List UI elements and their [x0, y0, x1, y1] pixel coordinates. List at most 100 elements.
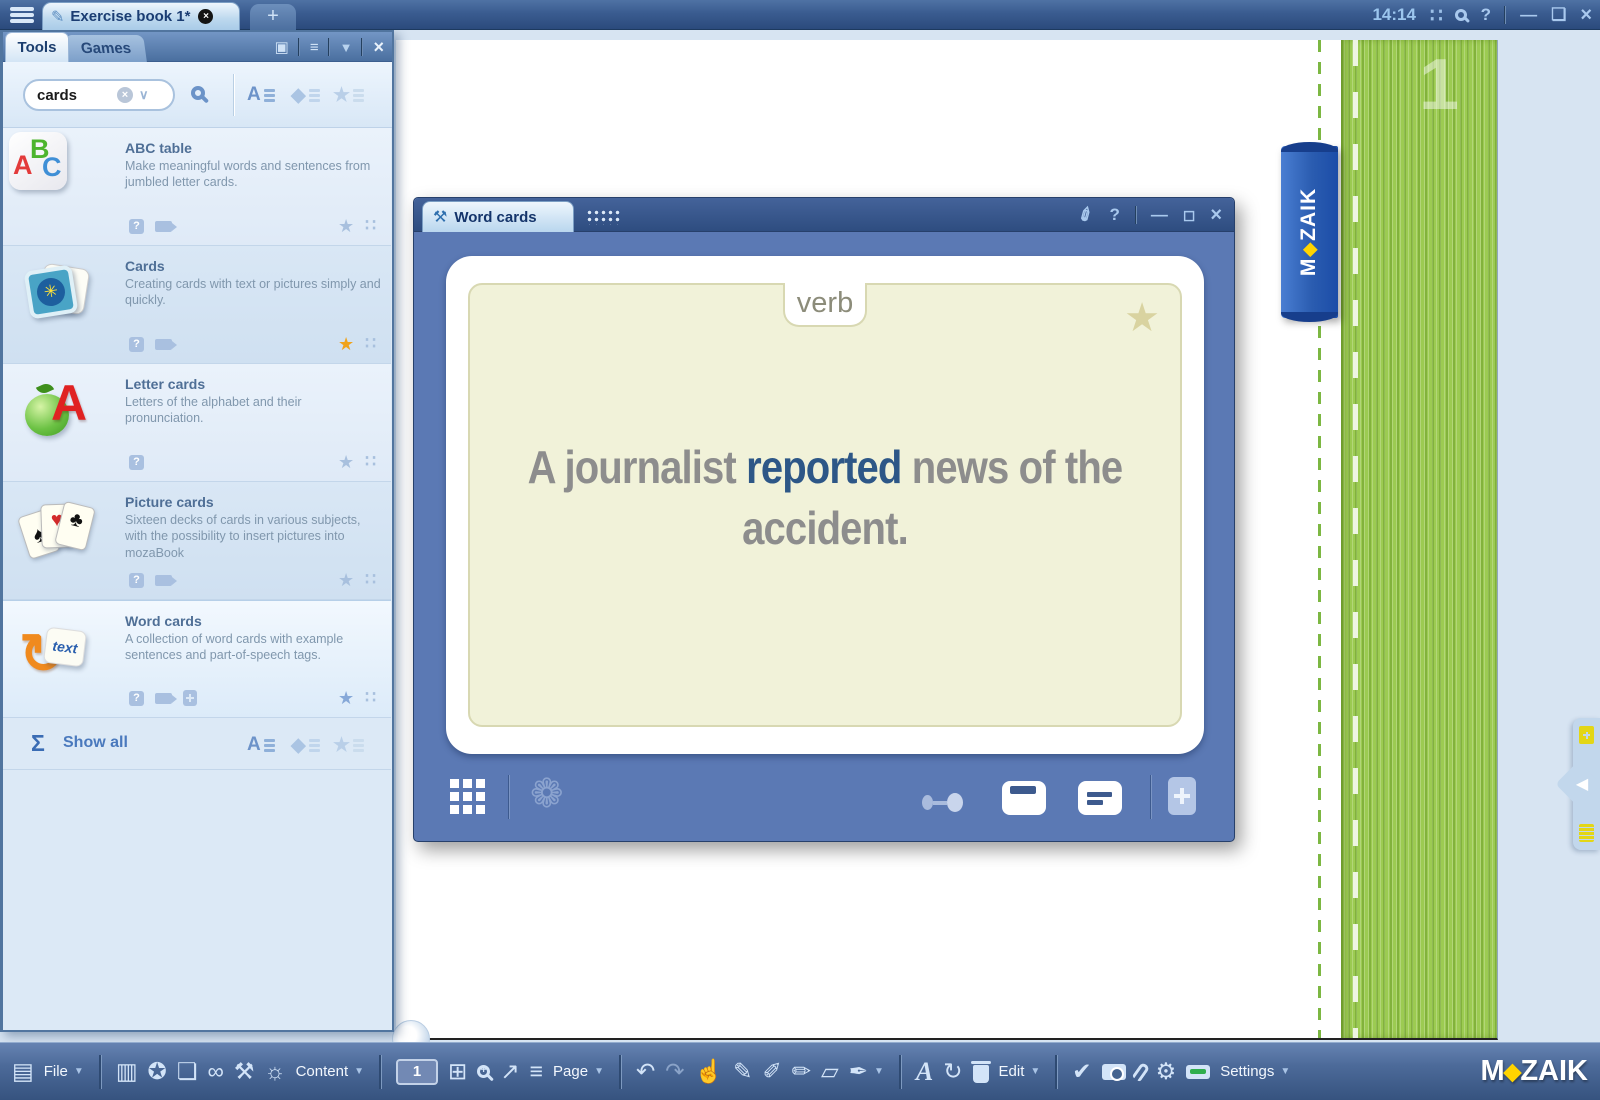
- panel-list-icon[interactable]: ≡: [310, 39, 319, 56]
- part-of-speech-tag[interactable]: verb: [783, 283, 867, 327]
- hand-pointer-icon[interactable]: ☝: [695, 1060, 724, 1083]
- list-item-letter-cards[interactable]: A Letter cards Letters of the alphabet a…: [3, 364, 391, 482]
- pen-icon[interactable]: ✎: [733, 1060, 752, 1083]
- global-search-icon[interactable]: [1455, 9, 1467, 21]
- path-tool-icon[interactable]: ↗: [500, 1060, 519, 1083]
- favorite-star-icon[interactable]: ★: [338, 570, 354, 591]
- document-tab[interactable]: ✎ Exercise book 1* ×: [42, 2, 240, 30]
- education-icon[interactable]: ✪: [148, 1060, 167, 1083]
- search-input[interactable]: [29, 87, 117, 104]
- sort-favorites-icon[interactable]: ★: [333, 84, 364, 107]
- card-favorite-star-icon[interactable]: ★: [1124, 295, 1160, 341]
- dialog-minimize-icon[interactable]: —: [1151, 205, 1168, 225]
- page-menu[interactable]: Page▼: [553, 1063, 604, 1080]
- sort-favorites-icon[interactable]: ★: [333, 734, 364, 757]
- add-page-icon[interactable]: ⊞: [448, 1060, 467, 1083]
- search-history-icon[interactable]: ∨: [139, 87, 149, 103]
- panel-dropdown-icon[interactable]: ▼: [340, 40, 353, 55]
- search-icon[interactable]: [191, 86, 205, 100]
- tool-help-icon[interactable]: ?: [129, 337, 144, 352]
- tools-hammer-icon[interactable]: ⚒: [234, 1060, 255, 1083]
- highlighter-icon[interactable]: ✐: [762, 1060, 781, 1083]
- camera-icon[interactable]: [1102, 1064, 1126, 1080]
- page-list-icon[interactable]: ≡: [530, 1060, 543, 1083]
- eraser-icon[interactable]: ▱: [821, 1060, 839, 1083]
- tool-video-icon[interactable]: [155, 575, 172, 586]
- clear-search-icon[interactable]: ×: [117, 87, 133, 103]
- sort-alphabetical-icon[interactable]: A: [247, 84, 275, 106]
- tool-add-icon[interactable]: [183, 690, 197, 706]
- tool-help-icon[interactable]: ?: [129, 573, 144, 588]
- tool-video-icon[interactable]: [155, 693, 172, 704]
- add-page-flyout-icon[interactable]: [1579, 726, 1594, 744]
- redo-icon[interactable]: ↷: [665, 1060, 684, 1083]
- tool-grid-icon[interactable]: ∷: [365, 334, 377, 354]
- binoculars-icon[interactable]: ∞: [207, 1060, 223, 1083]
- tool-grid-icon[interactable]: ∷: [365, 570, 377, 590]
- tool-grid-icon[interactable]: ∷: [365, 216, 377, 236]
- favorite-star-icon[interactable]: ★: [338, 216, 354, 237]
- settings-menu[interactable]: Settings▼: [1220, 1063, 1290, 1080]
- tab-tools[interactable]: Tools: [5, 32, 69, 62]
- dialog-title-tab[interactable]: ⚒ Word cards: [422, 201, 574, 232]
- marker-icon[interactable]: ✏: [792, 1060, 811, 1083]
- card-back-view-icon[interactable]: [1078, 781, 1122, 815]
- document-tab-close-icon[interactable]: ×: [198, 9, 213, 24]
- mozaik-bookmark-ribbon[interactable]: M◆ZAIK: [1281, 146, 1338, 318]
- favorite-star-icon[interactable]: ★: [338, 688, 354, 709]
- search-box[interactable]: × ∨: [23, 79, 175, 111]
- homework-check-icon[interactable]: ✔: [1072, 1060, 1091, 1083]
- text-tool-icon[interactable]: A: [916, 1057, 933, 1087]
- dialog-drag-handle-icon[interactable]: [586, 209, 622, 225]
- app-grid-icon[interactable]: ∷: [1430, 3, 1441, 28]
- content-menu[interactable]: Content▼: [296, 1063, 364, 1080]
- tab-games[interactable]: Games: [65, 35, 147, 62]
- clipboard-flyout-icon[interactable]: [1579, 824, 1594, 842]
- card-grid-view-icon[interactable]: [450, 779, 486, 815]
- favorite-star-icon[interactable]: ★: [338, 452, 354, 473]
- pen-set-button[interactable]: ✒▼: [849, 1060, 884, 1083]
- list-item-abc-table[interactable]: ABC ABC table Make meaningful words and …: [3, 128, 391, 246]
- sort-category-icon[interactable]: ◆: [291, 734, 320, 757]
- idea-bulb-icon[interactable]: ☼: [264, 1060, 285, 1083]
- page-number-box[interactable]: 1: [396, 1059, 438, 1085]
- edit-menu[interactable]: Edit▼: [999, 1063, 1041, 1080]
- sort-category-icon[interactable]: ◆: [291, 84, 320, 107]
- main-menu-icon[interactable]: [8, 5, 36, 25]
- panel-window-icon[interactable]: ▣: [275, 38, 289, 56]
- paperclip-icon[interactable]: [1131, 1061, 1150, 1081]
- tool-video-icon[interactable]: [155, 339, 172, 350]
- show-all-button[interactable]: Show all: [63, 734, 128, 752]
- list-item-word-cards[interactable]: ↻text Word cards A collection of word ca…: [3, 600, 391, 718]
- card-size-toggle-icon[interactable]: [922, 793, 963, 812]
- undo-icon[interactable]: ↶: [636, 1060, 655, 1083]
- tool-help-icon[interactable]: ?: [129, 219, 144, 234]
- tool-grid-icon[interactable]: ∷: [365, 452, 377, 472]
- dialog-help-icon[interactable]: ?: [1109, 205, 1119, 225]
- panel-close-icon[interactable]: ×: [373, 37, 384, 58]
- dialog-maximize-icon[interactable]: ◻: [1183, 206, 1195, 224]
- file-menu[interactable]: File▼: [44, 1063, 84, 1080]
- book-icon[interactable]: ▤: [12, 1060, 34, 1083]
- insert-card-icon[interactable]: [1168, 777, 1196, 815]
- document-icon[interactable]: ❏: [177, 1060, 198, 1083]
- trash-icon[interactable]: [973, 1065, 989, 1083]
- sort-alphabetical-icon[interactable]: A: [247, 734, 275, 756]
- pin-icon[interactable]: ✐: [1075, 202, 1099, 228]
- tool-video-icon[interactable]: [155, 221, 172, 232]
- gear-icon[interactable]: ⚙: [1156, 1060, 1177, 1083]
- list-item-picture-cards[interactable]: ♠♥♣ Picture cards Sixteen decks of cards…: [3, 482, 391, 600]
- right-panel-flyout[interactable]: ◀: [1573, 718, 1600, 850]
- tool-grid-icon[interactable]: ∷: [365, 688, 377, 708]
- close-icon[interactable]: ×: [1580, 4, 1592, 27]
- drawer-icon[interactable]: [1186, 1065, 1210, 1079]
- new-tab-button[interactable]: +: [250, 4, 296, 30]
- help-icon[interactable]: ?: [1481, 5, 1491, 25]
- word-card[interactable]: verb ★ A journalist reported news of the…: [446, 256, 1204, 754]
- list-item-cards[interactable]: ✳ Cards Creating cards with text or pict…: [3, 246, 391, 364]
- dialog-titlebar[interactable]: ⚒ Word cards ✐ ? — ◻ ×: [414, 198, 1234, 232]
- rotate-icon[interactable]: ↻: [943, 1060, 962, 1083]
- favorite-star-icon[interactable]: ★: [338, 334, 354, 355]
- card-front-view-icon[interactable]: [1002, 781, 1046, 815]
- tool-help-icon[interactable]: ?: [129, 691, 144, 706]
